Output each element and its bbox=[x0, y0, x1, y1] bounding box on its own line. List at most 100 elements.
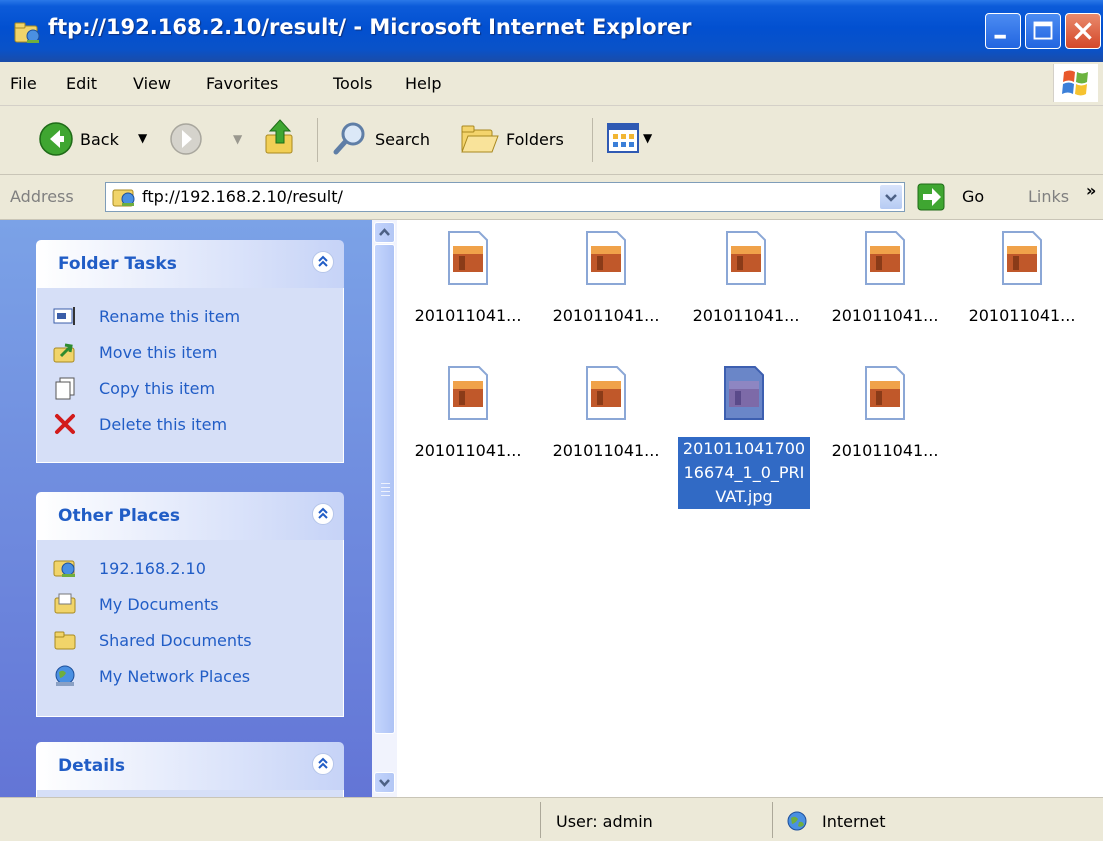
task-label: Delete this item bbox=[99, 415, 228, 434]
menu-bar: File Edit View Favorites Tools Help bbox=[0, 62, 1103, 106]
file-name: 201011041... bbox=[968, 306, 1076, 325]
folder-tasks-body: Rename this item Move this item Copy thi… bbox=[36, 288, 344, 463]
forward-button[interactable] bbox=[168, 121, 204, 157]
task-pane-scrollbar[interactable] bbox=[372, 220, 397, 797]
network-places-icon bbox=[55, 665, 75, 686]
file-item[interactable]: 201011041... bbox=[954, 230, 1090, 340]
views-dropdown-icon[interactable]: ▼ bbox=[643, 131, 652, 145]
jpg-file-icon bbox=[448, 366, 488, 420]
other-places-panel: Other Places 192.168.2.10 My Documents S… bbox=[36, 492, 344, 717]
menu-tools[interactable]: Tools bbox=[333, 74, 372, 93]
file-list[interactable]: 201011041... 201011041... 201011041... 2… bbox=[397, 220, 1103, 797]
scroll-grip bbox=[381, 483, 390, 484]
collapse-button[interactable] bbox=[312, 753, 334, 775]
ftp-folder-icon bbox=[14, 22, 40, 43]
up-folder-button[interactable] bbox=[262, 117, 298, 157]
title-bar[interactable]: ftp://192.168.2.10/result/ - Microsoft I… bbox=[0, 0, 1103, 62]
other-places-header[interactable]: Other Places bbox=[36, 492, 344, 540]
ie-window: ftp://192.168.2.10/result/ - Microsoft I… bbox=[0, 0, 1103, 841]
folders-button[interactable]: Folders bbox=[460, 118, 580, 160]
address-url: ftp://192.168.2.10/result/ bbox=[142, 187, 343, 206]
file-item[interactable]: 201011041... bbox=[538, 365, 674, 475]
maximize-icon bbox=[1033, 21, 1053, 40]
close-button[interactable] bbox=[1065, 13, 1101, 49]
scroll-down-button[interactable] bbox=[374, 772, 395, 793]
scroll-grip bbox=[381, 495, 390, 496]
views-icon bbox=[607, 123, 639, 153]
menu-edit[interactable]: Edit bbox=[66, 74, 97, 93]
back-button[interactable]: Back ▼ bbox=[38, 119, 147, 161]
windows-flag-icon bbox=[1062, 70, 1088, 96]
file-item[interactable]: 201011041... bbox=[817, 230, 953, 340]
chevron-up-icon bbox=[318, 757, 328, 769]
jpg-file-icon bbox=[448, 231, 488, 285]
forward-dropdown-icon[interactable]: ▼ bbox=[233, 132, 242, 146]
shared-documents-icon bbox=[54, 631, 76, 650]
file-item[interactable]: 201011041... bbox=[538, 230, 674, 340]
links-chevron-icon[interactable]: » bbox=[1086, 181, 1096, 200]
address-input[interactable]: ftp://192.168.2.10/result/ bbox=[105, 182, 905, 212]
back-dropdown-icon[interactable]: ▼ bbox=[138, 131, 147, 145]
ftp-server-icon bbox=[53, 560, 75, 577]
file-name: 201011041... bbox=[414, 441, 522, 460]
status-separator bbox=[540, 802, 541, 838]
file-name: 201011041... bbox=[692, 306, 800, 325]
collapse-button[interactable] bbox=[312, 251, 334, 273]
folder-tasks-header[interactable]: Folder Tasks bbox=[36, 240, 344, 288]
file-item-selected[interactable]: 20101104170016674_1_0_PRIVAT.jpg bbox=[676, 365, 812, 515]
go-arrow-icon bbox=[917, 183, 945, 211]
ftp-folder-icon bbox=[112, 189, 135, 207]
scroll-thumb[interactable] bbox=[374, 244, 395, 734]
menu-view[interactable]: View bbox=[133, 74, 171, 93]
file-item[interactable]: 201011041... bbox=[678, 230, 814, 340]
rename-icon bbox=[53, 307, 75, 325]
forward-arrow-icon bbox=[170, 123, 202, 155]
collapse-button[interactable] bbox=[312, 503, 334, 525]
menu-file[interactable]: File bbox=[10, 74, 37, 93]
menu-help[interactable]: Help bbox=[405, 74, 441, 93]
jpg-file-icon bbox=[726, 231, 766, 285]
search-label: Search bbox=[375, 130, 430, 149]
other-places-body: 192.168.2.10 My Documents Shared Documen… bbox=[36, 540, 344, 717]
folder-tasks-title: Folder Tasks bbox=[58, 254, 177, 274]
jpg-file-icon bbox=[865, 231, 905, 285]
scroll-grip bbox=[381, 491, 390, 492]
chevron-down-icon bbox=[885, 194, 897, 202]
details-panel: Details bbox=[36, 742, 344, 797]
jpg-file-icon bbox=[586, 231, 626, 285]
links-label[interactable]: Links bbox=[1028, 187, 1069, 206]
scroll-up-button[interactable] bbox=[374, 222, 395, 243]
close-icon bbox=[1074, 22, 1092, 40]
details-header[interactable]: Details bbox=[36, 742, 344, 790]
folder-tasks-panel: Folder Tasks Rename this item Move this bbox=[36, 240, 344, 463]
status-user: User: admin bbox=[556, 812, 653, 831]
file-item[interactable]: 201011041... bbox=[400, 365, 536, 475]
views-button[interactable]: ▼ bbox=[607, 123, 667, 155]
place-label: 192.168.2.10 bbox=[99, 559, 206, 578]
status-separator bbox=[772, 802, 773, 838]
chevron-up-icon bbox=[318, 255, 328, 267]
maximize-button[interactable] bbox=[1025, 13, 1061, 49]
file-name: 201011041... bbox=[831, 441, 939, 460]
place-label: Shared Documents bbox=[99, 631, 252, 650]
standard-toolbar: Back ▼ ▼ Search Folders ▼ bbox=[0, 106, 1103, 175]
file-name: 201011041... bbox=[552, 441, 660, 460]
search-button[interactable]: Search bbox=[332, 118, 442, 160]
file-item[interactable]: 201011041... bbox=[400, 230, 536, 340]
place-label: My Documents bbox=[99, 595, 219, 614]
task-pane: Folder Tasks Rename this item Move this bbox=[0, 220, 372, 797]
chevron-down-icon bbox=[379, 779, 390, 787]
scroll-grip bbox=[381, 487, 390, 488]
delete-icon bbox=[55, 414, 75, 434]
jpg-file-icon bbox=[865, 366, 905, 420]
move-icon bbox=[53, 343, 75, 363]
windows-logo bbox=[1053, 64, 1098, 102]
file-name: 201011041... bbox=[552, 306, 660, 325]
file-item[interactable]: 201011041... bbox=[817, 365, 953, 475]
address-dropdown-button[interactable] bbox=[880, 185, 902, 209]
minimize-button[interactable] bbox=[985, 13, 1021, 49]
file-name: 20101104170016674_1_0_PRIVAT.jpg bbox=[678, 437, 810, 509]
file-name: 201011041... bbox=[831, 306, 939, 325]
menu-favorites[interactable]: Favorites bbox=[206, 74, 278, 93]
chevron-up-icon bbox=[379, 228, 390, 236]
